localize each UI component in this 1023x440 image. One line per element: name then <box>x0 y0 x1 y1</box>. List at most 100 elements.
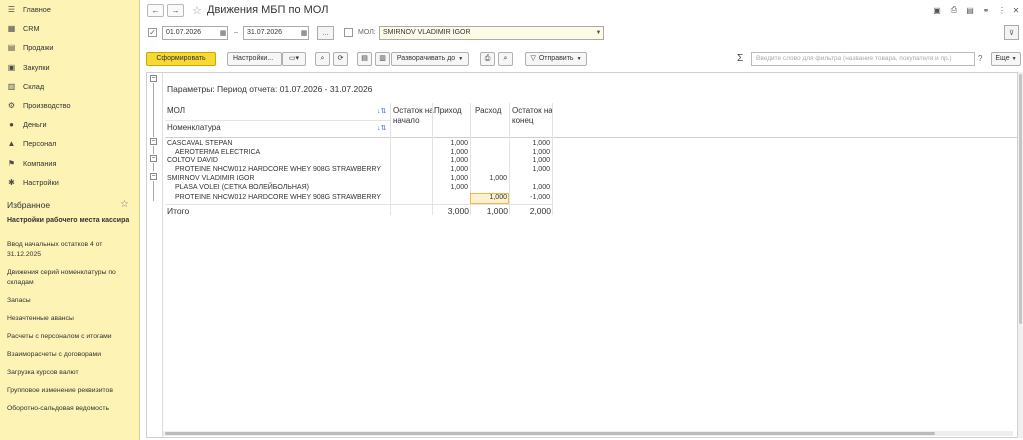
collapse-toggle[interactable]: − <box>150 173 157 180</box>
settings-button[interactable]: Настройки... <box>227 52 282 66</box>
settings-label: Настройки... <box>233 55 274 62</box>
favorite-item[interactable]: Ввод начальных остатков 4 от 31.12.2025 <box>0 240 138 259</box>
generate-button[interactable]: Сформировать <box>146 52 216 66</box>
row-end[interactable]: 1,000 <box>512 157 550 164</box>
sidebar-item-sales[interactable]: ▤ Продажи <box>0 38 139 57</box>
print-icon: ⎙ <box>484 55 491 62</box>
favorite-item[interactable]: Движения серий номенклатуры по складам <box>0 268 138 287</box>
close-icon[interactable]: ✕ <box>1011 5 1021 15</box>
sidebar-item-personnel[interactable]: ▲ Персонал <box>0 134 139 153</box>
sum-icon[interactable]: Σ <box>737 53 743 64</box>
col-header-nomenclature: Номенклатура <box>167 123 221 132</box>
group-button[interactable]: ▤ <box>357 52 372 66</box>
star-icon[interactable]: ☆ <box>120 199 129 210</box>
collapse-toggle[interactable]: − <box>150 75 157 82</box>
row-name[interactable]: COLTOV DAVID <box>167 157 218 164</box>
favorite-item[interactable]: Запасы <box>0 296 138 306</box>
row-name[interactable]: PLASA VOLEI (СЕТКА ВОЛЕЙБОЛЬНАЯ) <box>175 184 309 191</box>
row-end[interactable]: 1,000 <box>512 149 550 156</box>
collapse-toggle[interactable]: − <box>150 155 157 162</box>
row-out[interactable]: 1,000 <box>472 175 507 182</box>
row-in[interactable]: 1,000 <box>435 149 468 156</box>
report-icon[interactable]: ▤ <box>965 5 975 15</box>
filter-icon[interactable]: ⊽ <box>1004 25 1019 40</box>
more-button[interactable]: Еще ▼ <box>991 52 1021 66</box>
forward-button[interactable]: → <box>167 4 184 17</box>
favorite-item[interactable]: Групповое изменение реквизитов <box>0 386 138 396</box>
filter-search-input[interactable]: Введите слово для фильтра (название това… <box>751 52 975 66</box>
sidebar-item-main[interactable]: ☰ Главное <box>0 0 139 19</box>
favorite-star-icon[interactable]: ☆ <box>192 4 202 17</box>
column-line <box>390 103 391 215</box>
calendar-icon[interactable]: ▦ <box>218 26 228 40</box>
save-icon[interactable]: ▣ <box>932 5 942 15</box>
favorite-item[interactable]: Расчеты с персоналом с итогами <box>0 332 138 342</box>
row-in[interactable]: 1,000 <box>435 157 468 164</box>
sidebar-item-warehouse[interactable]: ▥ Склад <box>0 77 139 96</box>
expand-to-button[interactable]: Разворачивать до ▼ <box>391 52 469 66</box>
mol-checkbox[interactable] <box>344 28 353 37</box>
personnel-icon: ▲ <box>7 139 16 149</box>
chevron-down-icon: ▼ <box>1011 56 1017 62</box>
send-icon: ▽ <box>530 55 536 62</box>
period-checkbox[interactable]: ✓ <box>148 28 157 37</box>
collapse-button[interactable]: ▥ <box>375 52 390 66</box>
row-end[interactable]: 1,000 <box>512 140 550 147</box>
more-icon[interactable]: ⋮ <box>997 5 1007 15</box>
row-end[interactable]: 1,000 <box>512 184 550 191</box>
favorite-item[interactable]: Оборотно-сальдовая ведомость <box>0 404 138 414</box>
main-area: ← → ☆ Движения МБП по МОЛ ▣ ⎙ ▤ ⚭ ⋮ ✕ ✓ … <box>141 0 1023 440</box>
print-icon[interactable]: ⎙ <box>949 5 959 15</box>
print-button[interactable]: ⎙ <box>480 52 495 66</box>
favorite-item[interactable]: Взаиморасчеты с договорами <box>0 350 138 360</box>
sidebar-item-crm[interactable]: ▦ CRM <box>0 19 139 38</box>
sidebar-item-money[interactable]: ● Деньги <box>0 115 139 134</box>
chevron-down-icon[interactable]: ▼ <box>593 26 604 40</box>
more-label: Еще <box>995 55 1010 62</box>
row-end[interactable]: -1,000 <box>512 194 550 201</box>
collapse-toggle[interactable]: − <box>150 138 157 145</box>
period-select-button[interactable]: ... <box>317 26 334 40</box>
row-name[interactable]: AEROTERMA ELECTRICA <box>175 149 260 156</box>
report-spreadsheet[interactable]: − − − − Параметры: Период отчета: 01.07.… <box>146 72 1018 438</box>
settings-icon: ✱ <box>8 177 15 187</box>
row-end[interactable]: 1,000 <box>512 166 550 173</box>
scrollbar-thumb[interactable] <box>1019 74 1022 324</box>
row-in[interactable]: 1,000 <box>435 140 468 147</box>
variant-button[interactable]: ▭▾ <box>282 52 306 66</box>
help-icon[interactable]: ? <box>978 54 982 63</box>
row-name[interactable]: PROTEINE NHCW012 HARDCORE WHEY 908G STRA… <box>175 194 381 201</box>
sort-icon[interactable]: ↓⇅ <box>377 124 386 132</box>
row-out[interactable]: 1,000 <box>472 194 507 201</box>
back-button[interactable]: ← <box>147 4 164 17</box>
row-name[interactable]: CASCAVAL STEPAN <box>167 140 232 147</box>
row-in[interactable]: 1,000 <box>435 166 468 173</box>
group-line <box>153 163 154 171</box>
send-button[interactable]: ▽ Отправить ▼ <box>525 52 587 66</box>
row-in[interactable]: 1,000 <box>435 175 468 182</box>
sort-icon[interactable]: ↓⇅ <box>377 107 386 115</box>
link-icon[interactable]: ⚭ <box>981 5 991 15</box>
favorite-current[interactable]: Настройки рабочего места кассира <box>0 212 139 226</box>
total-end[interactable]: 2,000 <box>511 206 551 216</box>
sidebar-item-purchases[interactable]: ▣ Закупки <box>0 58 139 77</box>
refresh-button[interactable]: ⟳ <box>333 52 348 66</box>
preview-button[interactable]: ⌕ <box>498 52 513 66</box>
total-out[interactable]: 1,000 <box>471 206 508 216</box>
sidebar-item-settings[interactable]: ✱ Настройки <box>0 173 139 192</box>
row-name[interactable]: SMIRNOV VLADIMIR IGOR <box>167 175 255 182</box>
horizontal-scrollbar[interactable] <box>163 431 1013 436</box>
total-in[interactable]: 3,000 <box>433 206 469 216</box>
row-in[interactable]: 1,000 <box>435 184 468 191</box>
row-name[interactable]: PROTEINE NHCW012 HARDCORE WHEY 908G STRA… <box>175 166 381 173</box>
sidebar-item-company[interactable]: ⚑ Компания <box>0 154 139 173</box>
mol-field[interactable]: SMIRNOV VLADIMIR IGOR <box>379 26 604 40</box>
calendar-icon[interactable]: ▦ <box>299 26 309 40</box>
vertical-scrollbar[interactable] <box>1018 72 1023 438</box>
favorite-item[interactable]: Загрузка курсов валют <box>0 368 138 378</box>
sidebar-item-label: Компания <box>23 158 57 168</box>
favorite-item[interactable]: Незачтенные авансы <box>0 314 138 324</box>
sidebar-item-production[interactable]: ⚙ Производство <box>0 96 139 115</box>
scrollbar-thumb[interactable] <box>165 432 935 435</box>
zoom-in-button[interactable]: ⌕ <box>315 52 330 66</box>
